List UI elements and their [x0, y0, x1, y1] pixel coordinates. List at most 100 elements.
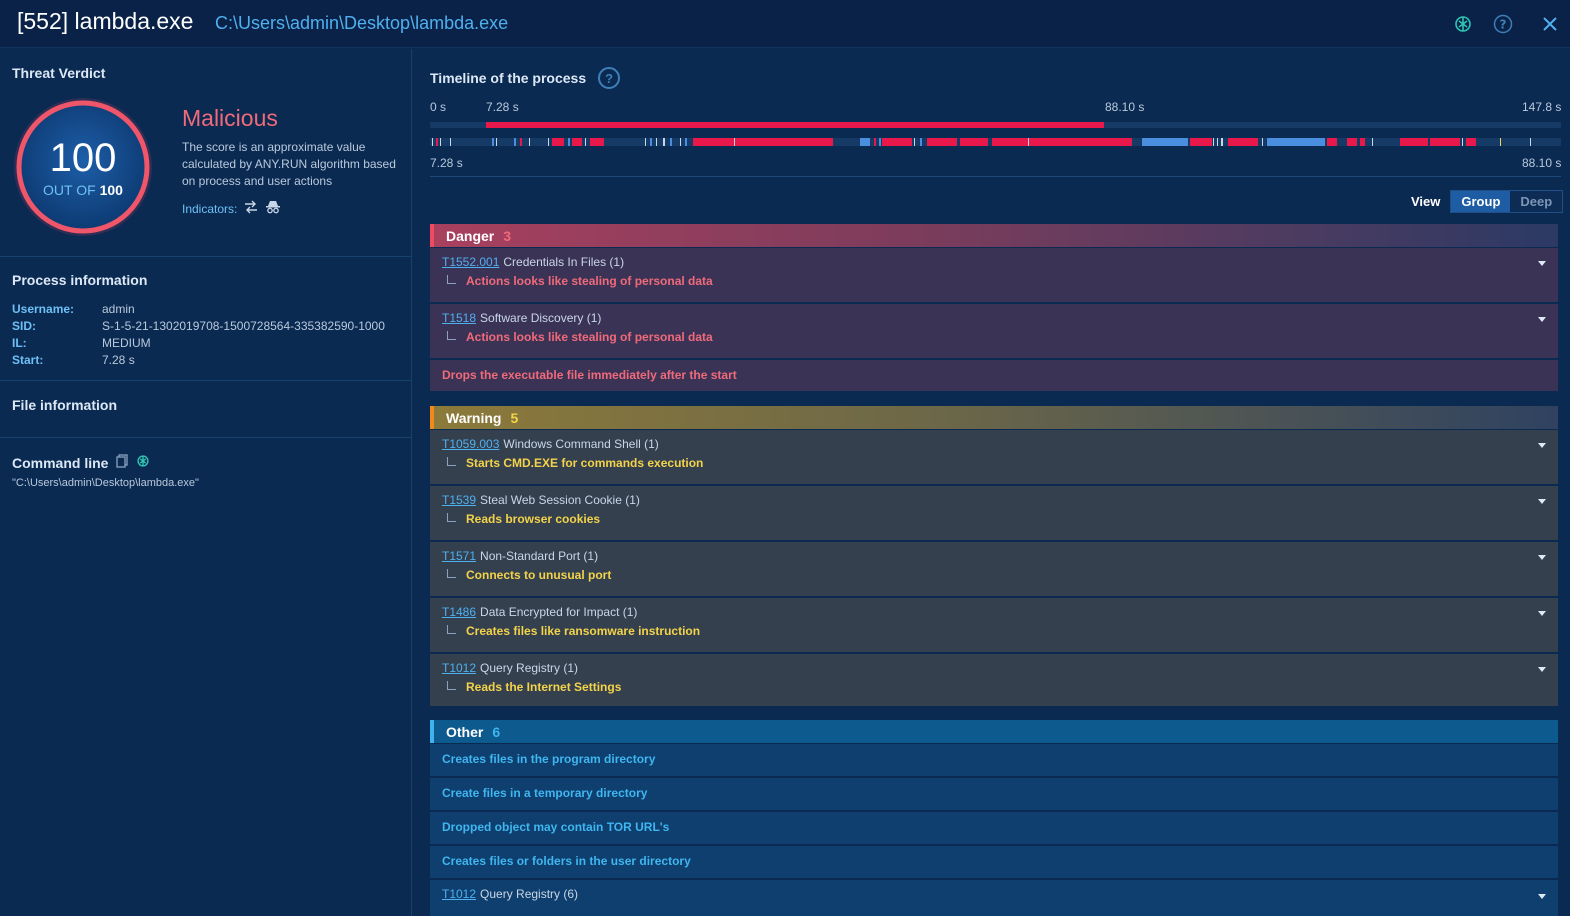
timeline-help-icon[interactable]: ?: [598, 67, 621, 89]
timeline-event-mark[interactable]: [1500, 138, 1501, 146]
help-icon[interactable]: ?: [1492, 13, 1514, 35]
timeline-event-mark[interactable]: [1267, 138, 1325, 146]
mitre-link[interactable]: T1571: [442, 549, 476, 563]
timeline-event-mark[interactable]: [1142, 138, 1188, 146]
timeline-overview-track[interactable]: [430, 122, 1561, 128]
timeline-event-mark[interactable]: [693, 138, 833, 146]
timeline-event-mark[interactable]: [520, 138, 522, 146]
file-info-title[interactable]: File information: [12, 397, 117, 413]
timeline-event-mark[interactable]: [529, 138, 530, 146]
behavior-row[interactable]: Drops the executable file immediately af…: [430, 360, 1558, 391]
timeline-event-mark[interactable]: [590, 138, 604, 146]
ai-assistant-icon[interactable]: [1452, 13, 1474, 35]
behavior-row[interactable]: Dropped object may contain TOR URL's: [430, 812, 1558, 844]
timeline-event-mark[interactable]: [663, 138, 665, 146]
timeline-event-mark[interactable]: [492, 138, 494, 146]
timeline-event-mark[interactable]: [656, 138, 657, 146]
timeline-event-mark[interactable]: [1327, 138, 1337, 146]
timeline-event-mark[interactable]: [1530, 138, 1531, 146]
chevron-down-icon[interactable]: [1538, 555, 1546, 560]
timeline-event-mark[interactable]: [572, 138, 582, 146]
timeline-event-mark[interactable]: [432, 138, 433, 146]
mitre-link[interactable]: T1486: [442, 605, 476, 619]
timeline-event-mark[interactable]: [1217, 138, 1218, 146]
mitre-link[interactable]: T1059.003: [442, 437, 499, 451]
timeline-event-mark[interactable]: [680, 138, 681, 146]
chevron-down-icon[interactable]: [1538, 894, 1546, 899]
timeline-event-mark[interactable]: [440, 138, 441, 146]
spy-icon[interactable]: [265, 200, 281, 217]
timeline-event-mark[interactable]: [436, 138, 438, 146]
timeline-event-mark[interactable]: [670, 138, 672, 146]
behavior-row[interactable]: T1518 Software Discovery (1) Actions look…: [430, 304, 1558, 358]
timeline-event-mark[interactable]: [992, 138, 1132, 146]
timeline-event-mark[interactable]: [1372, 138, 1373, 146]
timeline-event-mark[interactable]: [874, 138, 876, 146]
timeline-event-mark[interactable]: [927, 138, 957, 146]
view-deep-button[interactable]: Deep: [1510, 191, 1563, 212]
timeline-event-mark[interactable]: [734, 138, 735, 146]
behavior-row[interactable]: Create files in a temporary directory: [430, 778, 1558, 810]
chevron-down-icon[interactable]: [1538, 261, 1546, 266]
behavior-row[interactable]: T1486 Data Encrypted for Impact (1) Creat…: [430, 598, 1558, 652]
timeline-event-mark[interactable]: [514, 138, 516, 146]
mitre-link[interactable]: T1012: [442, 661, 476, 675]
mitre-link[interactable]: T1539: [442, 493, 476, 507]
mitre-link[interactable]: T1012: [442, 887, 476, 901]
behavior-row[interactable]: Creates files in the program directory: [430, 744, 1558, 776]
chevron-down-icon[interactable]: [1538, 499, 1546, 504]
timeline-event-mark[interactable]: [1430, 138, 1460, 146]
timeline-event-mark[interactable]: [879, 138, 881, 146]
timeline-event-mark[interactable]: [496, 138, 497, 146]
timeline-event-mark[interactable]: [914, 138, 915, 146]
timeline-event-mark[interactable]: [1028, 138, 1029, 146]
ai-explain-icon[interactable]: [136, 454, 150, 471]
timeline-event-mark[interactable]: [920, 138, 922, 146]
timeline-event-mark[interactable]: [645, 138, 646, 146]
other-group-header[interactable]: Other 6: [430, 720, 1558, 743]
timeline-event-mark[interactable]: [552, 138, 564, 146]
view-group-button[interactable]: Group: [1451, 191, 1511, 212]
chevron-down-icon[interactable]: [1538, 611, 1546, 616]
timeline-event-mark[interactable]: [960, 138, 988, 146]
timeline-process-range[interactable]: [485, 122, 1105, 128]
chevron-down-icon[interactable]: [1538, 443, 1546, 448]
timeline-event-mark[interactable]: [1228, 138, 1258, 146]
chevron-down-icon[interactable]: [1538, 317, 1546, 322]
network-arrows-icon[interactable]: [243, 200, 259, 217]
timeline-event-mark[interactable]: [1360, 138, 1365, 146]
timeline-event-mark[interactable]: [450, 138, 451, 146]
timeline-events-track[interactable]: [430, 138, 1561, 146]
mitre-link[interactable]: T1518: [442, 311, 476, 325]
behavior-row[interactable]: T1059.003 Windows Command Shell (1) Start…: [430, 430, 1558, 484]
timeline-event-mark[interactable]: [1262, 138, 1263, 146]
warning-group-header[interactable]: Warning 5: [430, 406, 1558, 429]
verdict-label: Malicious: [182, 105, 278, 131]
timeline-event-mark[interactable]: [568, 138, 570, 146]
timeline-event-mark[interactable]: [1462, 138, 1463, 146]
timeline-event-mark[interactable]: [1221, 138, 1223, 146]
timeline-event-mark[interactable]: [1466, 138, 1476, 146]
close-icon[interactable]: [1539, 13, 1561, 35]
timeline-event-mark[interactable]: [685, 138, 687, 146]
timeline-event-mark[interactable]: [585, 138, 586, 146]
timeline-event-mark[interactable]: [860, 138, 870, 146]
timeline-event-mark[interactable]: [1400, 138, 1428, 146]
behavior-row[interactable]: T1571 Non-Standard Port (1) Connects to u…: [430, 542, 1558, 596]
mitre-link[interactable]: T1552.001: [442, 255, 499, 269]
timeline-event-mark[interactable]: [1347, 138, 1357, 146]
danger-group-header[interactable]: Danger 3: [430, 224, 1558, 247]
behavior-row[interactable]: T1012 Query Registry (6): [430, 880, 1558, 916]
behavior-row[interactable]: Creates files or folders in the user dir…: [430, 846, 1558, 878]
copy-icon[interactable]: [116, 454, 129, 471]
behavior-row[interactable]: T1012 Query Registry (1) Reads the Intern…: [430, 654, 1558, 706]
timeline-event-mark[interactable]: [882, 138, 912, 146]
command-line-title: Command line: [12, 454, 150, 471]
timeline-event-mark[interactable]: [548, 138, 549, 146]
chevron-down-icon[interactable]: [1538, 667, 1546, 672]
behavior-row[interactable]: T1552.001 Credentials In Files (1) Action…: [430, 248, 1558, 302]
timeline-event-mark[interactable]: [650, 138, 652, 146]
behavior-row[interactable]: T1539 Steal Web Session Cookie (1) Reads …: [430, 486, 1558, 540]
timeline-event-mark[interactable]: [1213, 138, 1214, 146]
timeline-event-mark[interactable]: [1190, 138, 1212, 146]
